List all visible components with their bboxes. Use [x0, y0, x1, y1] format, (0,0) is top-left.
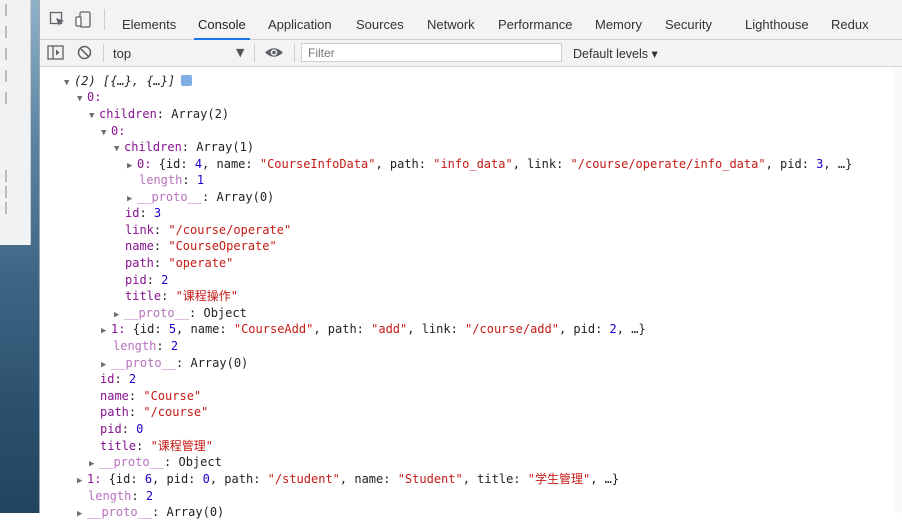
tree-property[interactable]: pid: 2	[125, 272, 168, 288]
tree-node[interactable]: ▶ 1: {id: 5, name: "CourseAdd", path: "ad…	[101, 321, 646, 337]
background-window-edge	[0, 0, 31, 245]
device-toolbar-icon[interactable]	[75, 11, 92, 28]
info-badge-icon[interactable]	[181, 75, 193, 86]
tab-lighthouse[interactable]: Lighthouse	[745, 0, 809, 39]
expand-triangle-icon[interactable]: ▼	[101, 125, 111, 141]
log-root-line[interactable]: ▼ (2) [{…}, {…}]	[64, 73, 193, 91]
tree-property[interactable]: title: "课程管理"	[100, 438, 213, 454]
context-dropdown-icon[interactable]: ▼	[236, 46, 244, 59]
tree-property[interactable]: length: 2	[88, 488, 153, 504]
tree-node[interactable]: ▶ __proto__: Object	[114, 305, 247, 321]
expand-triangle-icon[interactable]: ▼	[114, 141, 124, 157]
tree-node[interactable]: ▼ children: Array(1)	[114, 139, 254, 155]
console-scrollbar[interactable]	[894, 67, 902, 513]
tree-property[interactable]: path: "/course"	[100, 404, 208, 420]
expand-triangle-icon[interactable]: ▼	[77, 91, 87, 107]
expand-triangle-icon[interactable]: ▼	[64, 75, 74, 91]
tab-network[interactable]: Network	[427, 0, 475, 39]
tree-node[interactable]: ▼ 0:	[101, 123, 125, 139]
tree-node[interactable]: ▼ children: Array(2)	[89, 106, 229, 122]
tree-property[interactable]: pid: 0	[100, 421, 143, 437]
log-levels-dropdown[interactable]: Default levels ▾	[573, 46, 658, 61]
tab-memory[interactable]: Memory	[595, 0, 642, 39]
tree-node[interactable]: ▶ __proto__: Array(0)	[77, 504, 224, 520]
tree-property[interactable]: path: "operate"	[125, 255, 233, 271]
expand-triangle-icon[interactable]: ▼	[89, 108, 99, 124]
collapsed-triangle-icon[interactable]: ▶	[89, 456, 99, 472]
console-toolbar: top ▼ Default levels ▾	[40, 40, 902, 67]
console-output: ▼ (2) [{…}, {…}] ▼ 0: ▼ children: Array(2) …	[40, 67, 902, 519]
collapsed-triangle-icon[interactable]: ▶	[77, 473, 87, 489]
tree-node[interactable]: ▼ 0:	[77, 89, 101, 105]
tree-property[interactable]: name: "Course"	[100, 388, 201, 404]
tree-node[interactable]: ▶ 0: {id: 4, name: "CourseInfoData", path…	[127, 156, 852, 172]
filter-input[interactable]	[301, 43, 562, 62]
devtools-panel: Elements Console Application Sources Net…	[40, 0, 902, 519]
sidebar-toggle-icon[interactable]	[47, 45, 64, 60]
tab-performance[interactable]: Performance	[498, 0, 572, 39]
tree-property[interactable]: id: 3	[125, 205, 161, 221]
tree-node[interactable]: ▶ __proto__: Array(0)	[101, 355, 248, 371]
tree-property[interactable]: name: "CourseOperate"	[125, 238, 277, 254]
tree-property[interactable]: link: "/course/operate"	[125, 222, 291, 238]
devtools-tab-bar: Elements Console Application Sources Net…	[40, 0, 902, 40]
live-expression-eye-icon[interactable]	[264, 46, 284, 59]
collapsed-triangle-icon[interactable]: ▶	[101, 323, 111, 339]
tree-property[interactable]: title: "课程操作"	[125, 288, 238, 304]
tree-property[interactable]: length: 1	[139, 172, 204, 188]
tab-console[interactable]: Console	[194, 0, 250, 40]
clear-console-icon[interactable]	[77, 45, 92, 60]
tab-elements[interactable]: Elements	[122, 0, 176, 39]
tab-application[interactable]: Application	[268, 0, 332, 39]
collapsed-triangle-icon[interactable]: ▶	[127, 158, 137, 174]
tree-node[interactable]: ▶ __proto__: Object	[89, 454, 222, 470]
tree-node[interactable]: ▶ 1: {id: 6, pid: 0, path: "/student", na…	[77, 471, 619, 487]
tree-property[interactable]: id: 2	[100, 371, 136, 387]
tab-sources[interactable]: Sources	[356, 0, 404, 39]
tree-node[interactable]: ▶ __proto__: Array(0)	[127, 189, 274, 205]
context-selector[interactable]: top	[113, 46, 131, 61]
tab-security[interactable]: Security	[665, 0, 712, 39]
collapsed-triangle-icon[interactable]: ▶	[77, 506, 87, 522]
inspect-element-icon[interactable]	[49, 11, 66, 28]
tab-redux[interactable]: Redux	[831, 0, 869, 39]
desktop-background	[0, 0, 40, 513]
tree-property[interactable]: length: 2	[113, 338, 178, 354]
